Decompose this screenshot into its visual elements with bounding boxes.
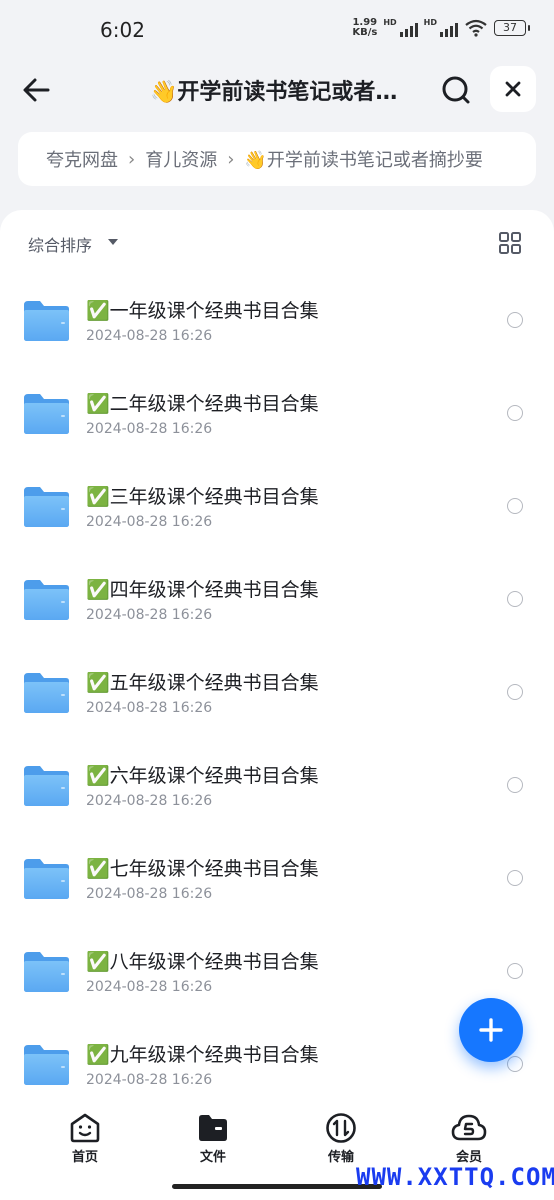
file-name: ✅五年级课个经典书目合集	[86, 672, 319, 694]
back-arrow-icon[interactable]	[18, 70, 58, 110]
file-date: 2024-08-28 16:26	[86, 886, 213, 902]
transfer-icon	[326, 1113, 356, 1143]
nav-item-files[interactable]: 文件	[173, 1112, 253, 1165]
folder-icon	[24, 301, 69, 341]
list-item[interactable]: ✅七年级课个经典书目合集 2024-08-28 16:26	[0, 832, 554, 925]
breadcrumb-item-root[interactable]: 夸克网盘	[46, 146, 118, 172]
folder-icon	[199, 1115, 227, 1141]
list-item[interactable]: ✅二年级课个经典书目合集 2024-08-28 16:26	[0, 367, 554, 460]
nav-item-home[interactable]: 首页	[45, 1112, 125, 1165]
select-radio[interactable]	[507, 963, 523, 979]
breadcrumb-item-parent[interactable]: 育儿资源	[145, 146, 217, 172]
file-list: ✅一年级课个经典书目合集 2024-08-28 16:26 ✅二年级课个经典书目…	[0, 274, 554, 1111]
breadcrumb: 夸克网盘 › 育儿资源 › 👋开学前读书笔记或者摘抄要	[18, 132, 536, 186]
select-radio[interactable]	[507, 777, 523, 793]
breadcrumb-item-current: 👋开学前读书笔记或者摘抄要	[244, 150, 483, 171]
file-date: 2024-08-28 16:26	[86, 421, 213, 437]
nav-label-files: 文件	[199, 1150, 226, 1165]
file-date: 2024-08-28 16:26	[86, 979, 213, 995]
plus-icon	[479, 1018, 503, 1042]
file-name: ✅三年级课个经典书目合集	[86, 486, 319, 508]
nav-label-home: 首页	[71, 1150, 98, 1165]
signal-icon-2	[440, 19, 458, 37]
select-radio[interactable]	[507, 1056, 523, 1072]
folder-icon	[24, 580, 69, 620]
close-button[interactable]	[490, 66, 536, 112]
select-radio[interactable]	[507, 591, 523, 607]
file-date: 2024-08-28 16:26	[86, 1072, 213, 1088]
file-name: ✅九年级课个经典书目合集	[86, 1044, 319, 1066]
close-icon	[505, 81, 521, 97]
nav-item-member[interactable]: 会员	[429, 1112, 509, 1165]
file-name: ✅二年级课个经典书目合集	[86, 393, 319, 415]
home-face-icon	[70, 1113, 100, 1143]
file-date: 2024-08-28 16:26	[86, 514, 213, 530]
file-date: 2024-08-28 16:26	[86, 328, 213, 344]
select-radio[interactable]	[507, 684, 523, 700]
network-speed: 1.99 KB/s	[352, 17, 378, 38]
sort-bar: 综合排序	[0, 210, 554, 274]
breadcrumb-separator: ›	[128, 148, 136, 170]
file-date: 2024-08-28 16:26	[86, 700, 213, 716]
caret-down-icon[interactable]	[108, 239, 118, 245]
select-radio[interactable]	[507, 312, 523, 328]
list-item[interactable]: ✅四年级课个经典书目合集 2024-08-28 16:26	[0, 553, 554, 646]
breadcrumb-separator: ›	[227, 148, 235, 170]
file-date: 2024-08-28 16:26	[86, 607, 213, 623]
home-indicator	[172, 1184, 382, 1189]
file-name: ✅七年级课个经典书目合集	[86, 858, 319, 880]
file-name: ✅八年级课个经典书目合集	[86, 951, 319, 973]
grid-view-icon[interactable]	[498, 231, 522, 255]
folder-icon	[24, 766, 69, 806]
header: 👋开学前读书笔记或者…	[0, 60, 554, 118]
folder-icon	[24, 1045, 69, 1085]
list-item[interactable]: ✅六年级课个经典书目合集 2024-08-28 16:26	[0, 739, 554, 832]
hd-badge-2: HD	[423, 18, 437, 27]
signal-icon	[399, 19, 418, 37]
status-time: 6:02	[100, 18, 145, 42]
search-icon[interactable]	[436, 70, 476, 110]
folder-icon	[24, 487, 69, 527]
folder-icon	[24, 859, 69, 899]
member-cloud-icon	[451, 1114, 487, 1141]
battery-icon: 37	[494, 20, 530, 36]
file-name: ✅一年级课个经典书目合集	[86, 300, 319, 322]
file-name: ✅六年级课个经典书目合集	[86, 765, 319, 787]
add-button[interactable]	[459, 998, 523, 1062]
hd-badge: HD	[383, 18, 397, 27]
folder-icon	[24, 673, 69, 713]
file-name: ✅四年级课个经典书目合集	[86, 579, 319, 601]
list-item[interactable]: ✅五年级课个经典书目合集 2024-08-28 16:26	[0, 646, 554, 739]
folder-icon	[24, 952, 69, 992]
status-icons: 1.99 KB/s HD HD 37	[352, 17, 530, 38]
list-item[interactable]: ✅三年级课个经典书目合集 2024-08-28 16:26	[0, 460, 554, 553]
status-bar: 6:02 1.99 KB/s HD HD 37	[0, 0, 554, 60]
sort-dropdown[interactable]: 综合排序	[28, 232, 92, 256]
file-date: 2024-08-28 16:26	[86, 793, 213, 809]
select-radio[interactable]	[507, 870, 523, 886]
watermark: WWW.XXTTQ.COM	[356, 1163, 554, 1191]
list-item[interactable]: ✅一年级课个经典书目合集 2024-08-28 16:26	[0, 274, 554, 367]
select-radio[interactable]	[507, 498, 523, 514]
nav-item-transfer[interactable]: 传输	[301, 1112, 381, 1165]
select-radio[interactable]	[507, 405, 523, 421]
folder-icon	[24, 394, 69, 434]
page-title: 👋开学前读书笔记或者…	[150, 80, 398, 105]
wifi-icon	[465, 19, 487, 37]
